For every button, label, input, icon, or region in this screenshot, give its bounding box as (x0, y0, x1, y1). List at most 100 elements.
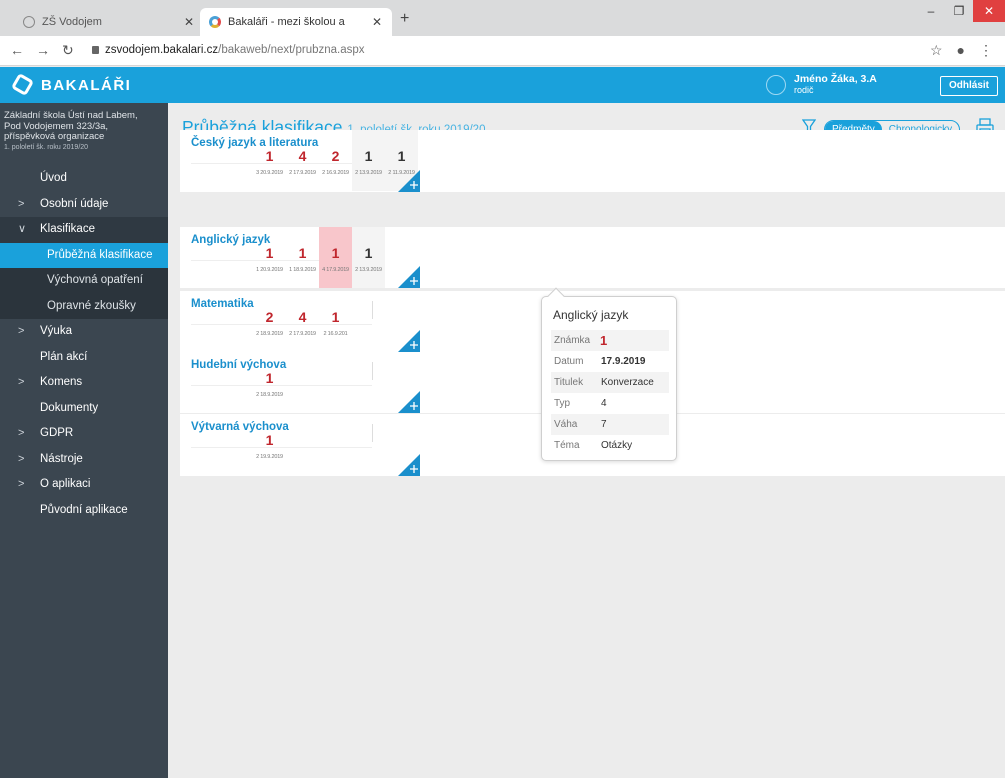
grade-value: 1 (265, 432, 274, 448)
browser-tab[interactable]: ZŠ Vodojem ✕ (14, 8, 204, 36)
grade-value: 1 (364, 148, 373, 164)
close-tab-icon[interactable]: ✕ (184, 8, 194, 36)
sidebar-item[interactable]: Původní aplikace (0, 498, 168, 524)
sidebar-item-label: Původní aplikace (40, 503, 128, 516)
tooltip-key: Známka (554, 335, 591, 346)
grade-cell[interactable]: 1 2 18.9.2019 (253, 352, 286, 413)
grade-date: 4 17.9.2019 (322, 267, 349, 273)
sidebar-item[interactable]: Opravné zkoušky (0, 293, 168, 319)
back-icon[interactable]: ← (10, 42, 24, 58)
minimize-icon[interactable]: – (917, 0, 945, 22)
add-grade-icon[interactable] (398, 330, 420, 352)
grade-value: 1 (397, 148, 406, 164)
separator (372, 362, 373, 380)
tooltip-value: 4 (601, 398, 607, 409)
add-grade-icon[interactable] (398, 266, 420, 288)
window-close-icon[interactable]: ✕ (973, 0, 1005, 22)
sidebar-item[interactable]: Průběžná klasifikace (0, 242, 168, 268)
tooltip-value: Konverzace (601, 377, 654, 388)
reload-icon[interactable]: ↻ (62, 42, 74, 59)
grade-date: 2 18.9.2019 (256, 331, 283, 337)
grade-cell[interactable]: 1 2 13.9.2019 (352, 227, 385, 288)
sidebar-item[interactable]: > Osobní údaje (0, 192, 168, 218)
sidebar-item[interactable]: > Výuka (0, 319, 168, 345)
url-domain: zsvodojem.bakalari.cz (105, 44, 219, 56)
grade-value: 1 (265, 370, 274, 386)
sidebar-item[interactable]: > Komens (0, 370, 168, 396)
sidebar-item[interactable]: Dokumenty (0, 396, 168, 422)
sidebar-item-label: Průběžná klasifikace (47, 248, 153, 261)
school-line: příspěvková organizace (4, 131, 105, 142)
close-tab-icon[interactable]: ✕ (372, 8, 382, 36)
tooltip-row: Typ 4 (551, 393, 669, 414)
tab-title: ZŠ Vodojem (42, 16, 102, 28)
user-icon (766, 75, 786, 95)
tooltip-row: Váha 7 (551, 414, 669, 435)
grade-cell[interactable]: 2 2 16.9.2019 (319, 130, 352, 191)
sidebar-item-label: Úvod (40, 172, 67, 184)
sidebar-item-label: Klasifikace (40, 223, 95, 235)
grade-date: 2 17.9.2019 (289, 331, 316, 337)
sidebar-item-label: Výchovná opatření (47, 274, 143, 286)
sidebar-item[interactable]: ∨ Klasifikace (0, 217, 168, 243)
grade-cell[interactable]: 1 3 20.9.2019 (253, 130, 286, 191)
tooltip-row: Datum 17.9.2019 (551, 351, 669, 372)
tooltip-row: Téma Otázky (551, 435, 669, 456)
sidebar: Základní škola Ústí nad Labem, Pod Vodoj… (0, 103, 168, 778)
grade-date: 1 20.9.2019 (256, 267, 283, 273)
window-controls: – ❐ ✕ (917, 0, 1005, 24)
star-icon[interactable]: ☆ (930, 42, 943, 59)
bakalari-favicon-icon (209, 16, 221, 28)
browser-tab-active[interactable]: Bakaláři - mezi školou a rodinou ✕ (200, 8, 392, 56)
grade-date: 2 13.9.2019 (355, 267, 382, 273)
logout-button[interactable]: Odhlásit (940, 76, 998, 96)
logo-icon (10, 72, 35, 97)
user-role: rodič (794, 85, 814, 95)
sidebar-item[interactable]: > Nástroje (0, 447, 168, 473)
sidebar-item[interactable]: Úvod (0, 166, 168, 192)
grade-cell[interactable]: 1 4 17.9.2019 (319, 227, 352, 288)
profile-icon[interactable]: ● (957, 42, 965, 59)
forward-icon[interactable]: → (36, 42, 50, 58)
user-name: Jméno Žáka, 3.A (794, 73, 877, 85)
grade-cell[interactable]: 4 2 17.9.2019 (286, 291, 319, 352)
grade-value: 2 (331, 148, 340, 164)
grade-cell[interactable]: 1 1 18.9.2019 (286, 227, 319, 288)
grade-date: 2 18.9.2019 (256, 392, 283, 398)
add-grade-icon[interactable] (398, 391, 420, 413)
add-grade-icon[interactable] (398, 454, 420, 476)
separator (372, 424, 373, 442)
grade-cell[interactable]: 1 1 20.9.2019 (253, 227, 286, 288)
tooltip-value: 1 (600, 333, 608, 348)
chevron-right-icon: > (18, 376, 25, 388)
tooltip-row: Titulek Konverzace (551, 372, 669, 393)
add-grade-icon[interactable] (398, 170, 420, 192)
grade-cell[interactable]: 1 2 19.9.2019 (253, 414, 286, 475)
grade-value: 1 (265, 148, 274, 164)
grade-cell[interactable]: 1 2 16.9.201 (319, 291, 352, 352)
maximize-icon[interactable]: ❐ (945, 0, 973, 22)
chevron-right-icon: > (18, 427, 25, 439)
grade-cell[interactable]: 4 2 17.9.2019 (286, 130, 319, 191)
menu-icon[interactable]: ⋮ (979, 42, 993, 59)
app-header: BAKALÁŘI Jméno Žáka, 3.A rodič Odhlásit (0, 67, 1005, 103)
school-info: Základní škola Ústí nad Labem, Pod Vodoj… (4, 110, 164, 153)
grade-cell[interactable]: 2 2 18.9.2019 (253, 291, 286, 352)
chevron-right-icon: > (18, 325, 25, 337)
lock-icon (92, 46, 99, 54)
sidebar-item[interactable]: Výchovná opatření (0, 268, 168, 294)
sidebar-item-label: Dokumenty (40, 401, 99, 414)
sidebar-item[interactable]: > GDPR (0, 421, 168, 447)
sidebar-item-label: Nástroje (40, 452, 83, 465)
logo[interactable]: BAKALÁŘI (10, 72, 131, 97)
sidebar-item[interactable]: Plán akcí (0, 345, 168, 371)
grade-date: 2 16.9.201 (323, 331, 348, 337)
new-tab-icon[interactable]: + (400, 10, 409, 28)
school-line: Základní škola Ústí nad Labem, (4, 110, 138, 121)
sidebar-item[interactable]: > O aplikaci (0, 472, 168, 498)
grade-cell[interactable]: 1 2 13.9.2019 (352, 130, 385, 191)
subject-name[interactable]: Matematika (191, 298, 254, 310)
url-field[interactable]: zsvodojem.bakalari.cz/bakaweb/next/prubz… (92, 44, 365, 56)
tooltip-title: Anglický jazyk (553, 308, 629, 322)
tooltip-value: Otázky (601, 440, 633, 451)
